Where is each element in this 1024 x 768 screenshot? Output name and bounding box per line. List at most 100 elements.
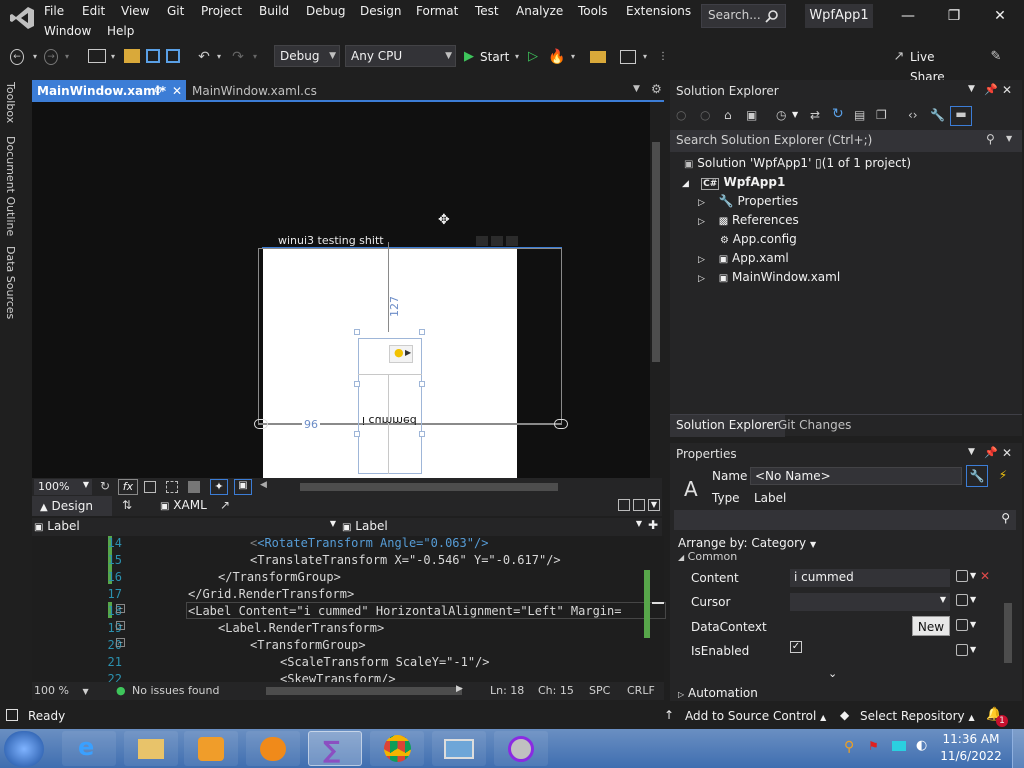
tab-list-dropdown-icon[interactable]: ▼ bbox=[633, 84, 640, 94]
chevron-down-icon[interactable]: ▼ bbox=[970, 620, 976, 629]
properties-wrench-icon[interactable]: 🔧 bbox=[966, 465, 988, 487]
file-explorer-icon[interactable] bbox=[124, 731, 178, 766]
panel-options-icon[interactable]: ▼ bbox=[968, 84, 975, 94]
fold-toggle-icon[interactable]: − bbox=[116, 638, 125, 647]
hot-reload-icon[interactable]: 🔥 bbox=[548, 47, 565, 67]
start-button-label[interactable]: Start bbox=[480, 47, 510, 67]
fold-toggle-icon[interactable]: − bbox=[116, 604, 125, 613]
refresh-icon[interactable]: ↻ bbox=[832, 106, 844, 122]
pin-icon[interactable]: ⊘ bbox=[154, 80, 162, 102]
view-code-icon[interactable]: ‹› bbox=[908, 108, 918, 122]
xaml-designer-surface[interactable]: ✥ winui3 testing shitt 127 96 ● ▶ i cumm… bbox=[32, 102, 662, 478]
editor-hscroll-thumb[interactable] bbox=[266, 687, 462, 695]
scroll-right-icon[interactable]: ▶ bbox=[456, 684, 463, 694]
resize-handle[interactable] bbox=[354, 381, 360, 387]
toolbox-tab[interactable]: Toolbox bbox=[4, 82, 17, 123]
hot-reload-dropdown-icon[interactable]: ▾ bbox=[568, 47, 578, 67]
redo-icon[interactable]: ↷ bbox=[230, 47, 246, 67]
code-line[interactable]: </TransformGroup> bbox=[218, 570, 341, 584]
code-line[interactable]: <<RotateTransform Angle="0.063"/> bbox=[250, 536, 488, 550]
menu-tools[interactable]: Tools bbox=[578, 4, 608, 18]
new-project-icon[interactable] bbox=[88, 49, 106, 63]
resize-handle[interactable] bbox=[419, 431, 425, 437]
tab-mainwindow-xaml-cs[interactable]: MainWindow.xaml.cs bbox=[187, 80, 347, 102]
forward-dropdown-icon[interactable]: ▾ bbox=[62, 47, 72, 67]
solution-platform-combo[interactable]: Any CPU ▼ bbox=[345, 45, 456, 67]
tray-flag-icon[interactable]: ⚑ bbox=[868, 739, 879, 753]
horizontal-split-icon[interactable] bbox=[633, 499, 645, 511]
back-dropdown-icon[interactable]: ▾ bbox=[30, 47, 40, 67]
select-repository[interactable]: Select Repository ▲ bbox=[860, 709, 975, 723]
data-sources-tab[interactable]: Data Sources bbox=[4, 246, 17, 319]
tray-search-icon[interactable]: ⚲ bbox=[844, 739, 854, 755]
layout-dropdown-icon[interactable]: ▾ bbox=[640, 47, 650, 67]
settings-gear-icon[interactable]: ⚙ bbox=[651, 82, 662, 96]
zoom-combo[interactable]: 100% ▼ bbox=[34, 479, 92, 495]
xaml-view-tab[interactable]: ▣ XAML bbox=[160, 498, 207, 512]
forward-icon[interactable]: ○ bbox=[700, 108, 710, 122]
new-datacontext-button[interactable]: New bbox=[912, 616, 950, 636]
document-outline-tab[interactable]: Document Outline bbox=[4, 136, 17, 236]
maximize-icon[interactable]: ❐ bbox=[944, 6, 964, 26]
pin-icon[interactable]: 📌 bbox=[984, 83, 998, 96]
visual-studio-taskbar-icon[interactable]: ∑ bbox=[308, 731, 362, 766]
clock-date[interactable]: 11/6/2022 bbox=[936, 749, 1006, 763]
split-editor-icon[interactable]: ✚ bbox=[648, 518, 658, 532]
property-marker-icon[interactable] bbox=[956, 644, 968, 656]
snap-lines-icon[interactable]: ✦ bbox=[210, 479, 228, 495]
image-viewer-icon[interactable] bbox=[432, 731, 486, 766]
issues-status[interactable]: No issues found bbox=[132, 684, 219, 697]
menu-test[interactable]: Test bbox=[475, 4, 499, 18]
clock-time[interactable]: 11:36 AM bbox=[936, 732, 1006, 746]
tree-project-node[interactable]: ◢ C# WpfApp1 bbox=[682, 175, 785, 190]
redo-dropdown-icon[interactable]: ▾ bbox=[250, 47, 260, 67]
menu-git[interactable]: Git bbox=[167, 4, 184, 18]
chevron-down-icon[interactable]: ▼ bbox=[792, 110, 798, 119]
menu-edit[interactable]: Edit bbox=[82, 4, 105, 18]
code-line[interactable]: <TranslateTransform X="-0.546" Y="-0.617… bbox=[250, 553, 561, 567]
show-more-icon[interactable]: ⌄ bbox=[828, 667, 837, 680]
pin-icon[interactable]: 📌 bbox=[984, 446, 998, 459]
horizontal-scrollbar-thumb[interactable] bbox=[300, 483, 558, 491]
solution-configuration-combo[interactable]: Debug ▼ bbox=[274, 45, 340, 67]
code-line[interactable]: <Label Content="i cummed" HorizontalAlig… bbox=[188, 604, 621, 618]
start-icon[interactable]: ▶ bbox=[462, 47, 476, 67]
media-player-icon[interactable] bbox=[184, 731, 238, 766]
save-icon[interactable] bbox=[146, 49, 160, 63]
pending-changes-filter-icon[interactable]: ◷ bbox=[776, 108, 786, 122]
menu-view[interactable]: View bbox=[121, 4, 149, 18]
minimize-icon[interactable]: — bbox=[898, 6, 918, 26]
start-dropdown-icon[interactable]: ▾ bbox=[512, 47, 522, 67]
element-type-combo[interactable]: ▣ Label ▼ bbox=[34, 519, 336, 535]
close-tab-icon[interactable]: ✕ bbox=[172, 80, 182, 102]
scroll-left-icon[interactable]: ◀ bbox=[260, 480, 267, 490]
code-line[interactable]: </Grid.RenderTransform> bbox=[188, 587, 354, 601]
menu-extensions[interactable]: Extensions bbox=[626, 4, 691, 18]
vertical-split-icon[interactable] bbox=[618, 499, 630, 511]
reset-property-icon[interactable]: ✕ bbox=[980, 569, 990, 583]
close-panel-icon[interactable]: ✕ bbox=[1002, 446, 1012, 460]
preview-selected-icon[interactable]: ▬ bbox=[950, 106, 972, 126]
editor-zoom-combo[interactable]: 100 % ▼ bbox=[34, 684, 89, 697]
tab-git-changes[interactable]: Git Changes bbox=[772, 415, 857, 437]
panel-options-icon[interactable]: ▼ bbox=[968, 447, 975, 457]
popout-xaml-icon[interactable]: ↗ bbox=[220, 498, 230, 512]
scrollbar-thumb[interactable] bbox=[652, 142, 660, 362]
show-all-files-icon[interactable]: ❐ bbox=[876, 108, 887, 122]
code-line[interactable]: <ScaleTransform ScaleY="-1"/> bbox=[280, 655, 490, 669]
folder-icon[interactable] bbox=[590, 51, 606, 63]
undo-icon[interactable]: ↶ bbox=[196, 47, 212, 67]
column-indicator[interactable]: Ch: 15 bbox=[538, 684, 574, 697]
design-view-tab[interactable]: ▲ Design bbox=[32, 496, 112, 516]
app-icon[interactable] bbox=[494, 731, 548, 766]
live-share-label[interactable]: Live Share bbox=[910, 47, 970, 84]
layout-icon[interactable] bbox=[620, 50, 636, 64]
feedback-icon[interactable]: ✎ bbox=[986, 47, 1006, 67]
grid-icon[interactable] bbox=[144, 481, 156, 493]
global-search-box[interactable]: Search... bbox=[701, 4, 786, 28]
tree-item-properties[interactable]: ▷ 🔧 Properties bbox=[698, 194, 798, 208]
menu-analyze[interactable]: Analyze bbox=[516, 4, 563, 18]
solution-name-badge[interactable]: WpfApp1 bbox=[805, 4, 873, 28]
tree-item-mainwindow-xaml[interactable]: ▷ ▣ MainWindow.xaml bbox=[698, 270, 840, 284]
save-all-icon[interactable] bbox=[166, 49, 180, 63]
